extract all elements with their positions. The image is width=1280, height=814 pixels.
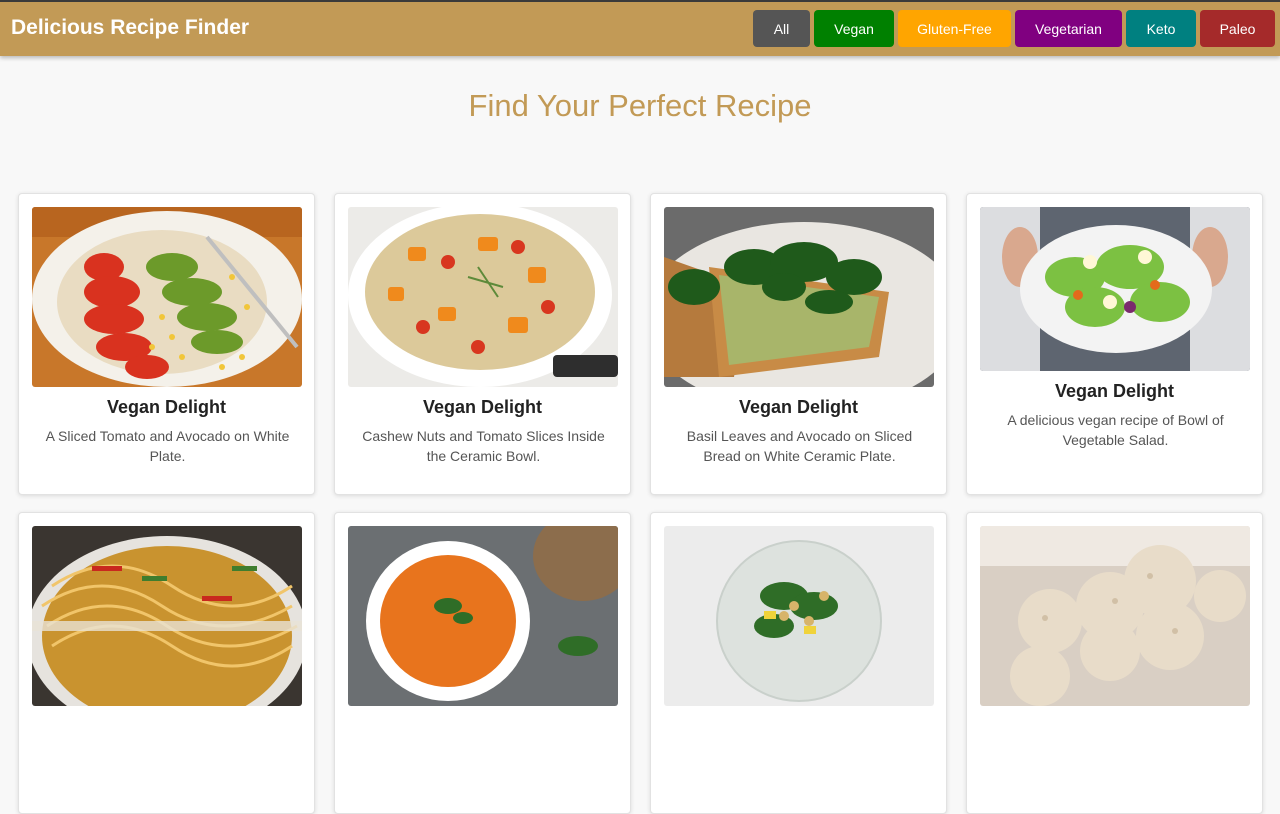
recipe-image-vegetable-salad	[980, 207, 1250, 371]
recipe-image-coconut-balls	[980, 526, 1250, 706]
filter-keto-button[interactable]: Keto	[1126, 10, 1196, 47]
filter-vegan-button[interactable]: Vegan	[814, 10, 894, 47]
recipe-title: Vegan Delight	[106, 397, 227, 417]
recipe-description: A Sliced Tomato and Avocado on White Pla…	[45, 428, 290, 464]
recipe-image-tomato-soup	[348, 526, 618, 706]
filter-gluten-free-button[interactable]: Gluten-Free	[898, 10, 1011, 47]
recipe-image-chickpea-salad	[664, 526, 934, 706]
recipe-description: Cashew Nuts and Tomato Slices Inside the…	[362, 428, 605, 464]
recipe-card[interactable]: Vegan Delight A delicious vegan recipe o…	[966, 193, 1263, 495]
recipe-title: Vegan Delight	[1054, 381, 1175, 401]
top-navbar: Delicious Recipe Finder All Vegan Gluten…	[0, 0, 1280, 56]
recipe-card[interactable]: Vegan Delight Cashew Nuts and Tomato Sli…	[334, 193, 631, 495]
recipe-card[interactable]	[334, 512, 631, 814]
recipe-card[interactable]	[966, 512, 1263, 814]
filter-vegetarian-button[interactable]: Vegetarian	[1015, 10, 1122, 47]
recipe-card[interactable]: Vegan Delight Basil Leaves and Avocado o…	[650, 193, 947, 495]
page-heading: Find Your Perfect Recipe	[468, 88, 812, 123]
filter-paleo-button[interactable]: Paleo	[1200, 10, 1275, 47]
recipe-title: Vegan Delight	[738, 397, 859, 417]
recipe-image-avocado-toast	[664, 207, 934, 387]
recipe-description: Basil Leaves and Avocado on Sliced Bread…	[686, 428, 913, 464]
recipe-image-noodles	[32, 526, 302, 706]
recipe-image-tomato-avocado	[32, 207, 302, 387]
recipe-image-quinoa-bowl	[348, 207, 618, 387]
recipe-title: Vegan Delight	[422, 397, 543, 417]
recipe-description: A delicious vegan recipe of Bowl of Vege…	[1007, 412, 1224, 448]
filter-bar: All Vegan Gluten-Free Vegetarian Keto Pa…	[753, 10, 1275, 47]
recipe-card[interactable]	[18, 512, 315, 814]
recipe-card[interactable]	[650, 512, 947, 814]
filter-all-button[interactable]: All	[753, 10, 810, 47]
app-title: Delicious Recipe Finder	[11, 16, 250, 39]
recipe-card[interactable]: Vegan Delight A Sliced Tomato and Avocad…	[18, 193, 315, 495]
